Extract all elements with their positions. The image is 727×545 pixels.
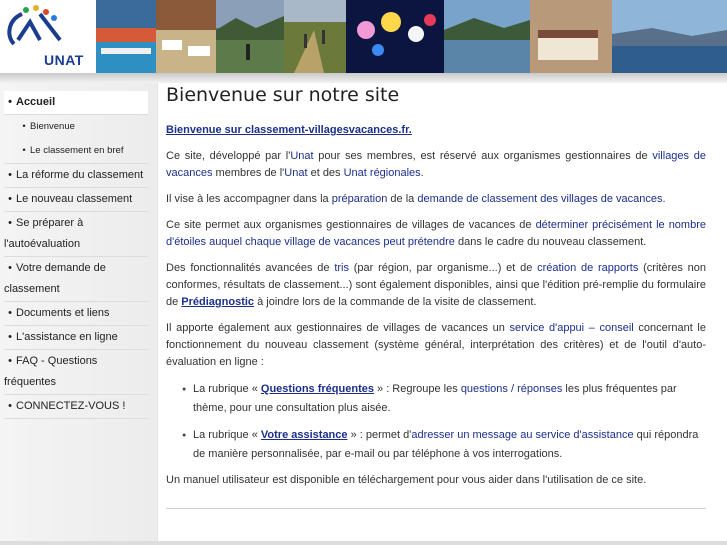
sidebar-item-faq[interactable]: • FAQ - Questions fréquentes xyxy=(4,350,148,395)
sidebar-item-label: Votre demande de classement xyxy=(4,262,106,295)
header-banner: UNAT xyxy=(0,0,727,73)
content-divider xyxy=(166,508,706,509)
link-prediagnostic[interactable]: Prédiagnostic xyxy=(181,296,254,308)
bullet-icon: • xyxy=(22,145,26,156)
link-unat[interactable]: Unat xyxy=(290,150,313,162)
banner-photo-trail xyxy=(284,0,346,73)
sidebar-item-reforme[interactable]: • La réforme du classement xyxy=(4,164,148,188)
banner-photo-dining xyxy=(156,0,216,73)
text: . xyxy=(662,193,666,205)
bullet-icon: • xyxy=(8,307,12,319)
banner-photo-lights xyxy=(346,0,444,73)
bullet-icon: • xyxy=(22,121,26,132)
sidebar-item-accueil[interactable]: • Accueil xyxy=(4,91,148,115)
sidebar-item-label: Se préparer à l'autoévaluation xyxy=(4,217,84,250)
bullet-icon: • xyxy=(8,96,12,108)
banner-photo-lake xyxy=(444,0,530,73)
sidebar-item-label: Bienvenue xyxy=(30,121,75,132)
banner-photo-coast xyxy=(612,0,727,73)
sidebar-item-bienvenue[interactable]: • Bienvenue xyxy=(4,115,148,139)
sidebar-item-label: Documents et liens xyxy=(16,307,110,319)
footer-bar xyxy=(0,541,727,545)
bullet-icon: • xyxy=(8,217,12,229)
bullet-icon: • xyxy=(8,355,12,367)
link-service-appui[interactable]: service d'appui – conseil xyxy=(510,322,634,334)
sidebar-item-label: FAQ - Questions fréquentes xyxy=(4,355,98,388)
bullet-icon: • xyxy=(8,193,12,205)
text: » : permet d' xyxy=(347,429,412,441)
text: . xyxy=(420,167,424,179)
paragraph-2: Il vise à les accompagner dans la prépar… xyxy=(166,191,706,208)
link-unat-regionales[interactable]: Unat régionales xyxy=(344,167,421,179)
link-votre-assistance[interactable]: Votre assistance xyxy=(261,429,348,441)
text: La rubrique « xyxy=(193,383,261,395)
sidebar-item-autoevaluation[interactable]: • Se préparer à l'autoévaluation xyxy=(4,212,148,257)
list-item: La rubrique « Votre assistance » : perme… xyxy=(182,426,706,464)
text: La rubrique « xyxy=(193,429,261,441)
text: membres de l' xyxy=(212,167,285,179)
link-demande-classement[interactable]: demande de classement des villages de va… xyxy=(417,193,662,205)
sidebar-item-demande[interactable]: • Votre demande de classement xyxy=(4,257,148,302)
paragraph-3: Ce site permet aux organismes gestionnai… xyxy=(166,217,706,251)
sidebar-item-label: L'assistance en ligne xyxy=(16,331,118,343)
link-preparation[interactable]: préparation xyxy=(332,193,388,205)
text: Ce site permet aux organismes gestionnai… xyxy=(166,219,536,231)
paragraph-5: Il apporte également aux gestionnaires d… xyxy=(166,320,706,371)
list-item: La rubrique « Questions fréquentes » : R… xyxy=(182,380,706,418)
sidebar-item-nouveau-classement[interactable]: • Le nouveau classement xyxy=(4,188,148,212)
paragraph-4: Des fonctionnalités avancées de tris (pa… xyxy=(166,260,706,311)
text: de la xyxy=(387,193,418,205)
text: et des xyxy=(307,167,344,179)
logo-text: UNAT xyxy=(44,52,84,68)
sidebar-item-label: CONNECTEZ-VOUS ! xyxy=(16,400,126,412)
main-content: Bienvenue sur notre site Bienvenue sur c… xyxy=(166,84,706,498)
text: dans le cadre du nouveau classement. xyxy=(454,236,647,248)
text: Des fonctionnalités avancées de xyxy=(166,262,335,274)
text: à joindre lors de la commande de la visi… xyxy=(254,296,537,308)
link-creation-rapports[interactable]: création de rapports xyxy=(537,262,638,274)
bullet-list: La rubrique « Questions fréquentes » : R… xyxy=(182,380,706,464)
sidebar-menu: • Accueil • Bienvenue • Le classement en br… xyxy=(4,91,148,419)
unat-logo[interactable]: UNAT xyxy=(0,0,96,73)
text: » : Regroupe les xyxy=(373,383,461,395)
text: Ce site, développé par l' xyxy=(166,150,291,162)
header-shadow xyxy=(0,73,727,83)
sidebar-item-documents[interactable]: • Documents et liens xyxy=(4,302,148,326)
text: (par région, par organisme...) et de xyxy=(348,262,538,274)
link-unat-2[interactable]: Unat xyxy=(284,167,307,179)
bullet-icon: • xyxy=(8,169,12,181)
sidebar-item-label: Le classement en bref xyxy=(30,145,124,156)
banner-photo-room xyxy=(530,0,612,73)
sidebar-item-connectez-vous[interactable]: • CONNECTEZ-VOUS ! xyxy=(4,395,148,419)
sidebar-item-label: Le nouveau classement xyxy=(16,193,133,205)
text: Il vise à les accompagner dans la xyxy=(166,193,332,205)
sidebar-item-label: Accueil xyxy=(16,96,56,108)
page-title: Bienvenue sur notre site xyxy=(166,84,400,106)
bullet-icon: • xyxy=(8,262,12,274)
paragraph-1: Ce site, développé par l'Unat pour ses m… xyxy=(166,148,706,182)
intro-paragraph: Bienvenue sur classement-villagesvacance… xyxy=(166,122,706,139)
link-adresser-message[interactable]: adresser un message au service d'assista… xyxy=(411,429,633,441)
link-questions-frequentes[interactable]: Questions fréquentes xyxy=(261,383,374,395)
bullet-icon: • xyxy=(8,331,12,343)
banner-photo-pool xyxy=(96,0,156,73)
sidebar-item-label: La réforme du classement xyxy=(16,169,144,181)
text: pour ses membres, est réservé aux organi… xyxy=(313,150,653,162)
banner-photo-hiking xyxy=(216,0,284,73)
intro-link[interactable]: Bienvenue sur classement-villagesvacance… xyxy=(166,124,412,136)
paragraph-6: Un manuel utilisateur est disponible en … xyxy=(166,474,647,486)
sidebar-item-classement-bref[interactable]: • Le classement en bref xyxy=(4,139,148,164)
sidebar-item-assistance[interactable]: • L'assistance en ligne xyxy=(4,326,148,350)
sidebar: • Accueil • Bienvenue • Le classement en br… xyxy=(0,83,158,545)
link-questions-reponses[interactable]: questions / réponses xyxy=(461,383,563,395)
text: Il apporte également aux gestionnaires d… xyxy=(166,322,510,334)
bullet-icon: • xyxy=(8,400,12,412)
link-tris[interactable]: tris xyxy=(334,262,349,274)
